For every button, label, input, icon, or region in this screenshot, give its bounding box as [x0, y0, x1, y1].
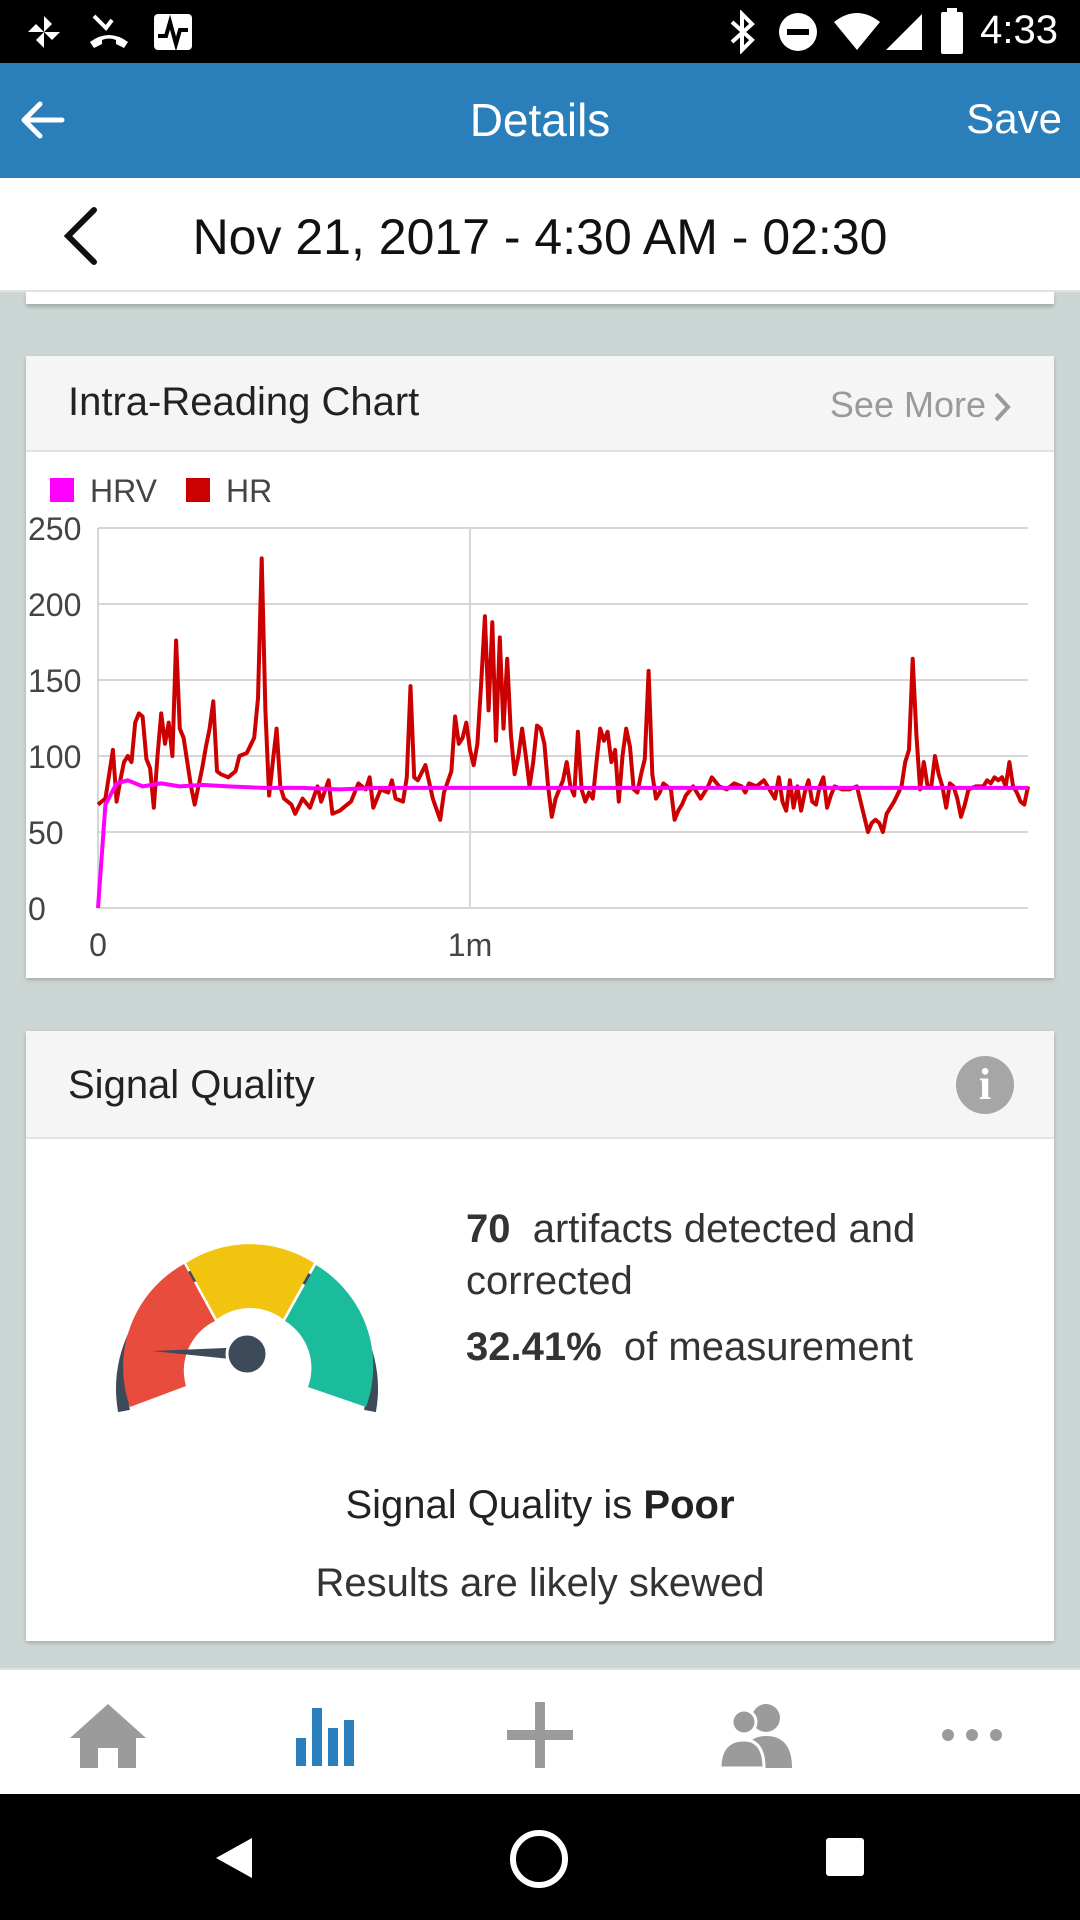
legend-label-hr: HR — [226, 473, 272, 509]
signal-icon — [886, 14, 922, 50]
gauge-hub — [225, 1332, 269, 1376]
artifacts-count: 70 — [466, 1207, 511, 1251]
plus-icon[interactable] — [500, 1700, 580, 1770]
percent-value: 32.41% — [466, 1325, 602, 1369]
home-icon[interactable] — [68, 1700, 148, 1770]
quality-prefix: Signal Quality is — [345, 1483, 633, 1527]
artifacts-text: artifacts detected and — [532, 1207, 916, 1251]
chart-card-title: Intra-Reading Chart — [68, 380, 420, 424]
system-navigation-bar — [0, 1794, 1080, 1920]
activity-icon — [154, 14, 192, 52]
pinwheel-icon — [28, 16, 60, 48]
see-more-label: See More — [829, 384, 986, 425]
quality-line: Signal Quality is Poor — [26, 1483, 1054, 1528]
bluetooth-icon — [730, 10, 755, 54]
do-not-disturb-icon — [779, 13, 817, 51]
signal-quality-card: Signal Quality i 70 artifacts detected a… — [26, 1031, 1054, 1641]
artifacts-line: 70 artifacts detected and — [466, 1207, 915, 1252]
y-tick-label: 200 — [28, 587, 81, 623]
legend-swatch-hrv — [50, 478, 74, 502]
quality-note: Results are likely skewed — [315, 1561, 765, 1605]
missed-call-icon — [90, 14, 128, 48]
app-bar: Details Save — [0, 63, 1080, 178]
quality-value: Poor — [643, 1483, 735, 1527]
y-tick-label: 150 — [28, 663, 81, 699]
artifacts-line-2: corrected — [466, 1259, 633, 1303]
percent-text: of measurement — [623, 1325, 913, 1369]
legend-label-hrv: HRV — [90, 473, 158, 509]
series-line-hr — [96, 556, 1030, 834]
chart-card-header: Intra-Reading Chart See More — [26, 356, 1054, 452]
see-more-link[interactable]: See More — [830, 384, 1012, 426]
status-time: 4:33 — [980, 8, 1058, 52]
save-button[interactable]: Save — [966, 95, 1062, 143]
info-icon[interactable]: i — [956, 1056, 1014, 1114]
x-tick-label: 0 — [89, 927, 107, 963]
system-back-icon[interactable] — [212, 1834, 256, 1882]
more-icon[interactable] — [932, 1700, 1012, 1770]
signal-quality-title: Signal Quality — [68, 1063, 315, 1107]
intra-reading-chart-card: Intra-Reading Chart See More HRV HR 0 50 10… — [26, 356, 1054, 978]
status-bar: 4:33 — [0, 0, 1080, 63]
date-header: Nov 21, 2017 - 4:30 AM - 02:30 — [0, 178, 1080, 292]
wifi-icon — [834, 13, 880, 50]
legend-swatch-hr — [186, 478, 210, 502]
signal-quality-gauge — [116, 1244, 378, 1413]
y-tick-label: 250 — [28, 511, 81, 547]
system-recents-icon[interactable] — [824, 1836, 866, 1878]
percent-line: 32.41% of measurement — [466, 1325, 913, 1370]
bottom-navigation — [0, 1668, 1080, 1794]
page-title: Details — [469, 94, 611, 146]
y-tick-label: 50 — [28, 815, 64, 851]
y-tick-label: 100 — [28, 739, 81, 775]
reading-date: Nov 21, 2017 - 4:30 AM - 02:30 — [192, 209, 888, 265]
series-line-hrv — [96, 778, 1028, 909]
signal-quality-header: Signal Quality i — [26, 1031, 1054, 1139]
battery-icon — [941, 8, 963, 54]
system-home-icon[interactable] — [508, 1828, 570, 1890]
y-tick-label: 0 — [28, 891, 46, 927]
previous-card-edge — [26, 292, 1054, 304]
group-icon[interactable] — [716, 1700, 796, 1770]
hr-hrv-line-chart: HRV HR 0 50 100 150 200 250 0 1m — [28, 473, 1030, 963]
bar-chart-icon[interactable] — [284, 1700, 364, 1770]
x-tick-label: 1m — [448, 927, 492, 963]
chevron-right-icon — [994, 393, 1011, 422]
